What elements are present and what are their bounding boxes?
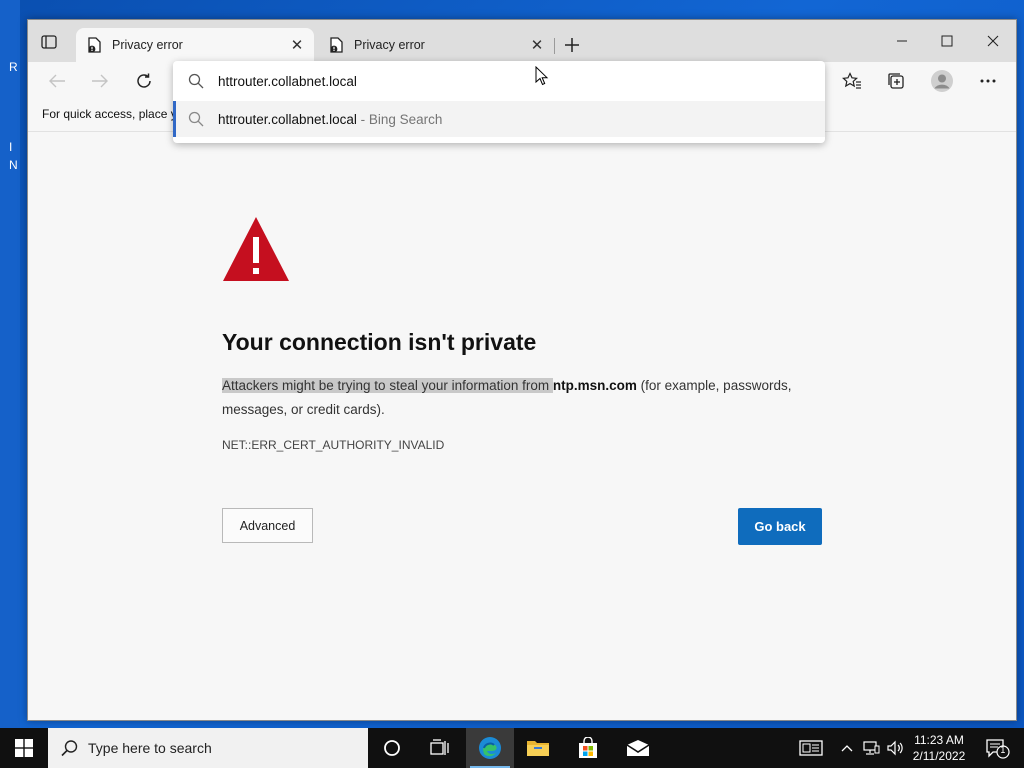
search-icon <box>60 738 80 758</box>
arrow-right-icon <box>92 74 108 88</box>
clock-time: 11:23 AM <box>914 733 964 747</box>
tab-actions-icon <box>41 35 57 49</box>
start-button[interactable] <box>0 728 48 768</box>
tab-strip: Privacy error ✕ Privacy error ✕ <box>28 20 1016 62</box>
desktop-icon-label: I <box>9 140 13 154</box>
tab-title: Privacy error <box>112 38 183 52</box>
warning-icon <box>223 217 289 281</box>
highlighted-text: Attackers might be trying to steal your … <box>222 378 553 393</box>
chevron-up-icon <box>841 745 853 752</box>
cortana-icon <box>384 740 400 756</box>
error-code: NET::ERR_CERT_AUTHORITY_INVALID <box>222 438 445 452</box>
edge-icon <box>479 737 501 759</box>
show-hidden-icons-button[interactable] <box>838 728 856 768</box>
suggestion-source: - Bing Search <box>356 111 443 127</box>
go-back-button[interactable]: Go back <box>738 508 822 545</box>
favorites-bar-hint: For quick access, place y <box>42 107 177 121</box>
tab-actions-button[interactable] <box>40 34 58 50</box>
document-warning-icon <box>86 37 102 53</box>
tab-privacy-error-2[interactable]: Privacy error ✕ <box>318 28 554 62</box>
error-domain: ntp.msn.com <box>552 378 637 393</box>
address-input-value: httrouter.collabnet.local <box>218 73 357 89</box>
file-explorer-button[interactable] <box>514 728 562 768</box>
plus-icon <box>565 38 579 52</box>
task-view-icon <box>430 739 449 755</box>
maximize-button[interactable] <box>924 26 970 56</box>
mail-icon <box>626 740 650 756</box>
suggestion-text: httrouter.collabnet.local <box>218 111 357 127</box>
more-icon <box>980 79 996 83</box>
tab-close-button[interactable]: ✕ <box>286 34 308 56</box>
document-warning-icon <box>328 37 344 53</box>
desktop-icon-label: N <box>9 158 18 172</box>
back-button[interactable] <box>43 69 71 93</box>
advanced-button[interactable]: Advanced <box>222 508 313 543</box>
speaker-icon <box>887 740 903 756</box>
tab-separator <box>554 38 555 54</box>
notification-count-badge: 1 <box>1000 746 1006 756</box>
star-list-icon <box>842 72 861 89</box>
notification-center-button[interactable]: 1 <box>978 728 1016 768</box>
address-dropdown: httrouter.collabnet.local httrouter.coll… <box>173 61 825 143</box>
settings-more-button[interactable] <box>974 69 1002 93</box>
close-icon <box>987 35 999 47</box>
mouse-cursor-icon <box>535 66 549 86</box>
clock-date: 2/11/2022 <box>912 749 966 763</box>
error-description: Attackers might be trying to steal your … <box>222 374 832 422</box>
clock[interactable]: 11:23 AM 2/11/2022 <box>905 732 973 764</box>
store-bag-icon <box>579 737 597 758</box>
tab-title: Privacy error <box>354 38 425 52</box>
search-icon <box>186 71 206 91</box>
volume-button[interactable] <box>884 728 906 768</box>
tab-privacy-error-1[interactable]: Privacy error ✕ <box>76 28 314 62</box>
profile-button[interactable] <box>928 69 956 93</box>
error-page: Your connection isn't private Attackers … <box>28 133 1016 720</box>
collections-icon <box>888 73 904 89</box>
maximize-icon <box>941 35 953 47</box>
network-button[interactable] <box>860 728 882 768</box>
avatar-icon <box>931 70 953 92</box>
task-view-button[interactable] <box>416 728 464 768</box>
collections-button[interactable] <box>883 69 911 93</box>
favorites-button[interactable] <box>838 69 866 93</box>
arrow-left-icon <box>49 74 65 88</box>
desktop-background <box>0 0 20 728</box>
minimize-button[interactable] <box>879 26 925 56</box>
network-icon <box>863 741 880 755</box>
forward-button[interactable] <box>86 69 114 93</box>
mail-button[interactable] <box>614 728 662 768</box>
search-suggestion[interactable]: httrouter.collabnet.local - Bing Search <box>173 101 825 137</box>
desktop-icon-label: R <box>9 60 18 74</box>
taskbar: Type here to search 11:23 AM 2/11/2022 1 <box>0 728 1024 768</box>
cortana-button[interactable] <box>368 728 416 768</box>
store-button[interactable] <box>564 728 612 768</box>
news-widget-button[interactable] <box>796 728 826 768</box>
refresh-button[interactable] <box>130 69 158 93</box>
search-placeholder: Type here to search <box>88 740 212 756</box>
refresh-icon <box>137 73 151 88</box>
browser-window: Privacy error ✕ Privacy error ✕ For quic… <box>27 19 1017 721</box>
windows-logo-icon <box>15 739 33 757</box>
page-title: Your connection isn't private <box>222 329 537 355</box>
taskbar-search-box[interactable]: Type here to search <box>48 728 368 768</box>
search-icon <box>186 109 206 129</box>
new-tab-button[interactable] <box>561 34 583 56</box>
address-input[interactable]: httrouter.collabnet.local <box>173 63 825 99</box>
edge-taskbar-button[interactable] <box>466 728 514 768</box>
minimize-icon <box>897 40 907 42</box>
folder-icon <box>527 741 549 756</box>
tab-close-button[interactable]: ✕ <box>526 34 548 56</box>
news-icon <box>799 740 823 756</box>
close-window-button[interactable] <box>970 26 1016 56</box>
notification-icon <box>986 739 1010 759</box>
